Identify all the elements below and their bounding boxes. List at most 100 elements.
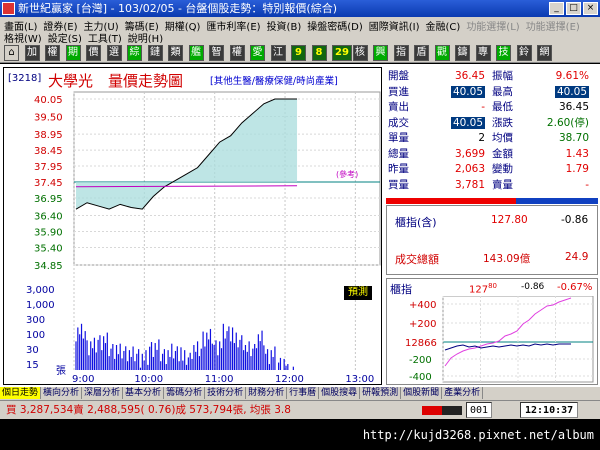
stat-label: 最低: [492, 101, 513, 113]
toolbar-button[interactable]: 網: [537, 45, 552, 61]
mini-axis-label: 12866: [405, 338, 437, 349]
menu-item[interactable]: 期權(Q): [165, 22, 201, 33]
status-bar: 買 3,287,534賣 2,488,595( 0.76)成 573,794張,…: [0, 400, 600, 419]
predict-button[interactable]: 預測: [344, 286, 372, 300]
toolbar-button[interactable]: 愛: [250, 45, 265, 61]
tab-7[interactable]: 財務分析: [246, 387, 288, 399]
toolbar-button[interactable]: 江: [270, 45, 286, 61]
home-icon[interactable]: ⌂: [4, 45, 19, 61]
stat-value: 38.70: [558, 132, 589, 144]
reference-label: (參考): [336, 169, 358, 179]
toolbar-button[interactable]: 9: [291, 45, 306, 61]
stat-value: 3,781: [454, 178, 485, 191]
time-tick-label: 9:00: [72, 374, 94, 385]
toolbar-button[interactable]: 盾: [414, 45, 429, 61]
tab-10[interactable]: 研報預測: [360, 387, 402, 399]
toolbar-button[interactable]: 智: [209, 45, 224, 61]
stat-value: 2,063: [454, 163, 485, 175]
menu-item[interactable]: 功能選擇(E): [526, 22, 580, 33]
tab-1[interactable]: 個日走勢: [0, 387, 42, 399]
stat-label: 均價: [492, 132, 513, 144]
stock-name: 大學光: [48, 72, 94, 90]
price-tick-label: 37.45: [34, 178, 63, 189]
quote-panel: 開盤 36.45 振幅 9.61% 買進 40.05 最高 40.05 賣出 - 最低 36.45 成交…: [386, 67, 598, 385]
stat-sellvol: 賣量 -: [492, 178, 596, 192]
tab-3[interactable]: 深層分析: [82, 387, 124, 399]
stat-low: 最低 36.45: [492, 100, 596, 114]
tab-5[interactable]: 籌碼分析: [164, 387, 206, 399]
tab-12[interactable]: 產業分析: [442, 387, 484, 399]
stat-value: -: [481, 101, 485, 113]
toolbar-button[interactable]: 價: [86, 45, 101, 61]
tab-6[interactable]: 技術分析: [205, 387, 247, 399]
toolbar-button[interactable]: 綜: [127, 45, 142, 61]
minimize-button[interactable]: _: [549, 2, 564, 15]
price-tick-label: 34.85: [34, 261, 63, 272]
stock-code: [3218]: [8, 73, 42, 84]
menu-item[interactable]: 國際資訊(I): [369, 22, 420, 33]
toolbar-button[interactable]: 專: [475, 45, 491, 61]
volume-tick-label: 100: [26, 330, 45, 341]
tab-8[interactable]: 行事曆: [287, 387, 320, 399]
mini-pct: -0.67%: [557, 282, 593, 293]
menu-item[interactable]: 金融(C): [426, 22, 461, 33]
toolbar-button[interactable]: 加: [24, 45, 40, 61]
toolbar-button[interactable]: 興: [373, 45, 388, 61]
toolbar-button[interactable]: 艦: [188, 45, 204, 61]
main-area: 9:00 10:00 11:00 12:00 13:00 40.05 39.50 38.95 3…: [0, 64, 600, 387]
price-tick-label: 35.40: [34, 243, 63, 254]
toolbar-button[interactable]: 權: [45, 45, 60, 61]
mini-axis-label: -200: [409, 355, 432, 366]
mini-label: 櫃指: [390, 283, 412, 296]
turnover-value: 143.09億: [483, 253, 531, 265]
price-tick-label: 36.40: [34, 212, 63, 223]
stat-single: 單量 2: [388, 131, 492, 145]
status-code: 001: [466, 402, 493, 418]
menu-bar: 畫面(L) 證券(E) 主力(U) 籌碼(E) 期權(Q) 匯市利率(E) 投資(B) 操盤密…: [0, 17, 600, 45]
toolbar-button[interactable]: 鈴: [516, 45, 532, 61]
stat-open: 開盤 36.45: [388, 69, 492, 83]
mini-value: 12780: [469, 282, 498, 296]
tab-11[interactable]: 個股新聞: [401, 387, 443, 399]
maximize-button[interactable]: □: [566, 2, 581, 15]
stat-value: 40.05: [450, 85, 485, 98]
stat-buyvol: 買量 3,781: [388, 178, 492, 192]
stat-value: 2: [478, 132, 485, 144]
toolbar-button[interactable]: 指: [393, 45, 409, 61]
industry-link[interactable]: [其他生醫/醫療保健/時尚產業]: [210, 73, 338, 87]
menu-item[interactable]: 投資(B): [267, 22, 302, 33]
price-tick-label: 37.95: [34, 162, 63, 173]
stat-value: 3,699: [454, 147, 485, 160]
toolbar-button[interactable]: 鏈: [147, 45, 163, 61]
toolbar-button[interactable]: 期: [65, 45, 81, 61]
tab-9[interactable]: 個股搜尋: [319, 387, 361, 399]
toolbar-button[interactable]: 類: [168, 45, 183, 61]
toolbar-button[interactable]: 29: [332, 45, 352, 61]
toolbar-button[interactable]: 鑄: [455, 45, 470, 61]
stat-label: 振幅: [492, 70, 513, 82]
stat-label: 最高: [492, 85, 513, 98]
toolbar-button[interactable]: 權: [229, 45, 245, 61]
mini-axis-label: +200: [409, 319, 436, 330]
toolbar-button[interactable]: 核: [352, 45, 368, 61]
toolbar-button[interactable]: 觀: [434, 45, 450, 61]
menu-item[interactable]: 功能選擇(L): [466, 22, 519, 33]
price-tick-label: 39.50: [34, 113, 63, 124]
stat-avg: 均價 38.70: [492, 131, 596, 145]
toolbar-button[interactable]: 8: [311, 45, 327, 61]
price-tick-label: 38.45: [34, 146, 63, 157]
menu-item[interactable]: 操盤密碼(D): [307, 22, 363, 33]
tab-4[interactable]: 基本分析: [123, 387, 165, 399]
toolbar-button[interactable]: 技: [496, 45, 511, 61]
tab-2[interactable]: 橫向分析: [41, 387, 83, 399]
stat-amount: 金額 1.43: [492, 147, 596, 161]
toolbar-button[interactable]: 選: [106, 45, 122, 61]
stat-label: 總量: [388, 147, 409, 160]
stat-bid: 買進 40.05: [388, 85, 492, 99]
mini-index-chart: 櫃指 12780 -0.86 -0.67% +400 +200 12866 -200 -…: [386, 278, 598, 385]
time-tick-label: 13:00: [345, 374, 374, 385]
close-button[interactable]: ×: [583, 2, 598, 15]
menu-item[interactable]: 匯市利率(E): [206, 22, 260, 33]
time-tick-label: 10:00: [134, 374, 163, 385]
toolbar: ⌂ 加權期價選綜鏈類艦智權愛江 9 8 29 核興指盾觀鑄專技鈴網: [0, 43, 600, 63]
